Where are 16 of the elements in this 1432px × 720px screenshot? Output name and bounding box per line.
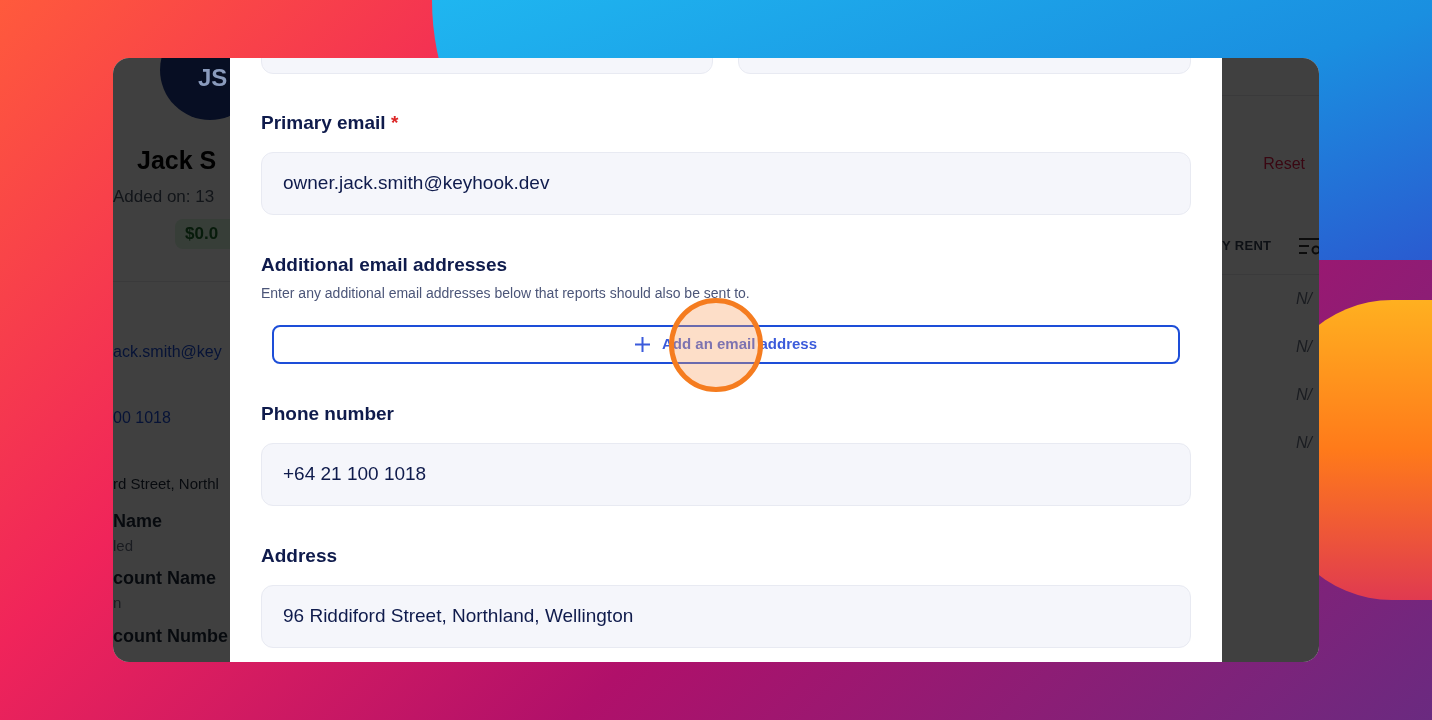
detail-label: Name	[113, 509, 164, 533]
address-text: rd Street, Northl	[113, 474, 220, 494]
plus-icon	[634, 337, 650, 352]
profile-name: Jack S	[137, 145, 218, 176]
input-field[interactable]: 96 Riddiford Street, Northland, Wellington	[261, 585, 1191, 648]
input-field[interactable]: +64 21 100 1018	[261, 443, 1191, 506]
required-mark: *	[390, 112, 399, 133]
field-label: Address	[261, 544, 339, 568]
input-field[interactable]: owner.jack.smith@keyhook.dev	[261, 152, 1191, 215]
detail-label: count Name	[113, 567, 218, 590]
field-label: Phone number	[261, 402, 395, 426]
field-label: Additional email addresses	[261, 253, 509, 277]
detail-label: count Numbe	[113, 624, 229, 648]
field-label: Primary email *	[261, 111, 400, 135]
field-description: Enter any additional email addresses below that reports should also be sent to.	[261, 284, 751, 303]
avatar-initials: JS	[198, 64, 228, 92]
